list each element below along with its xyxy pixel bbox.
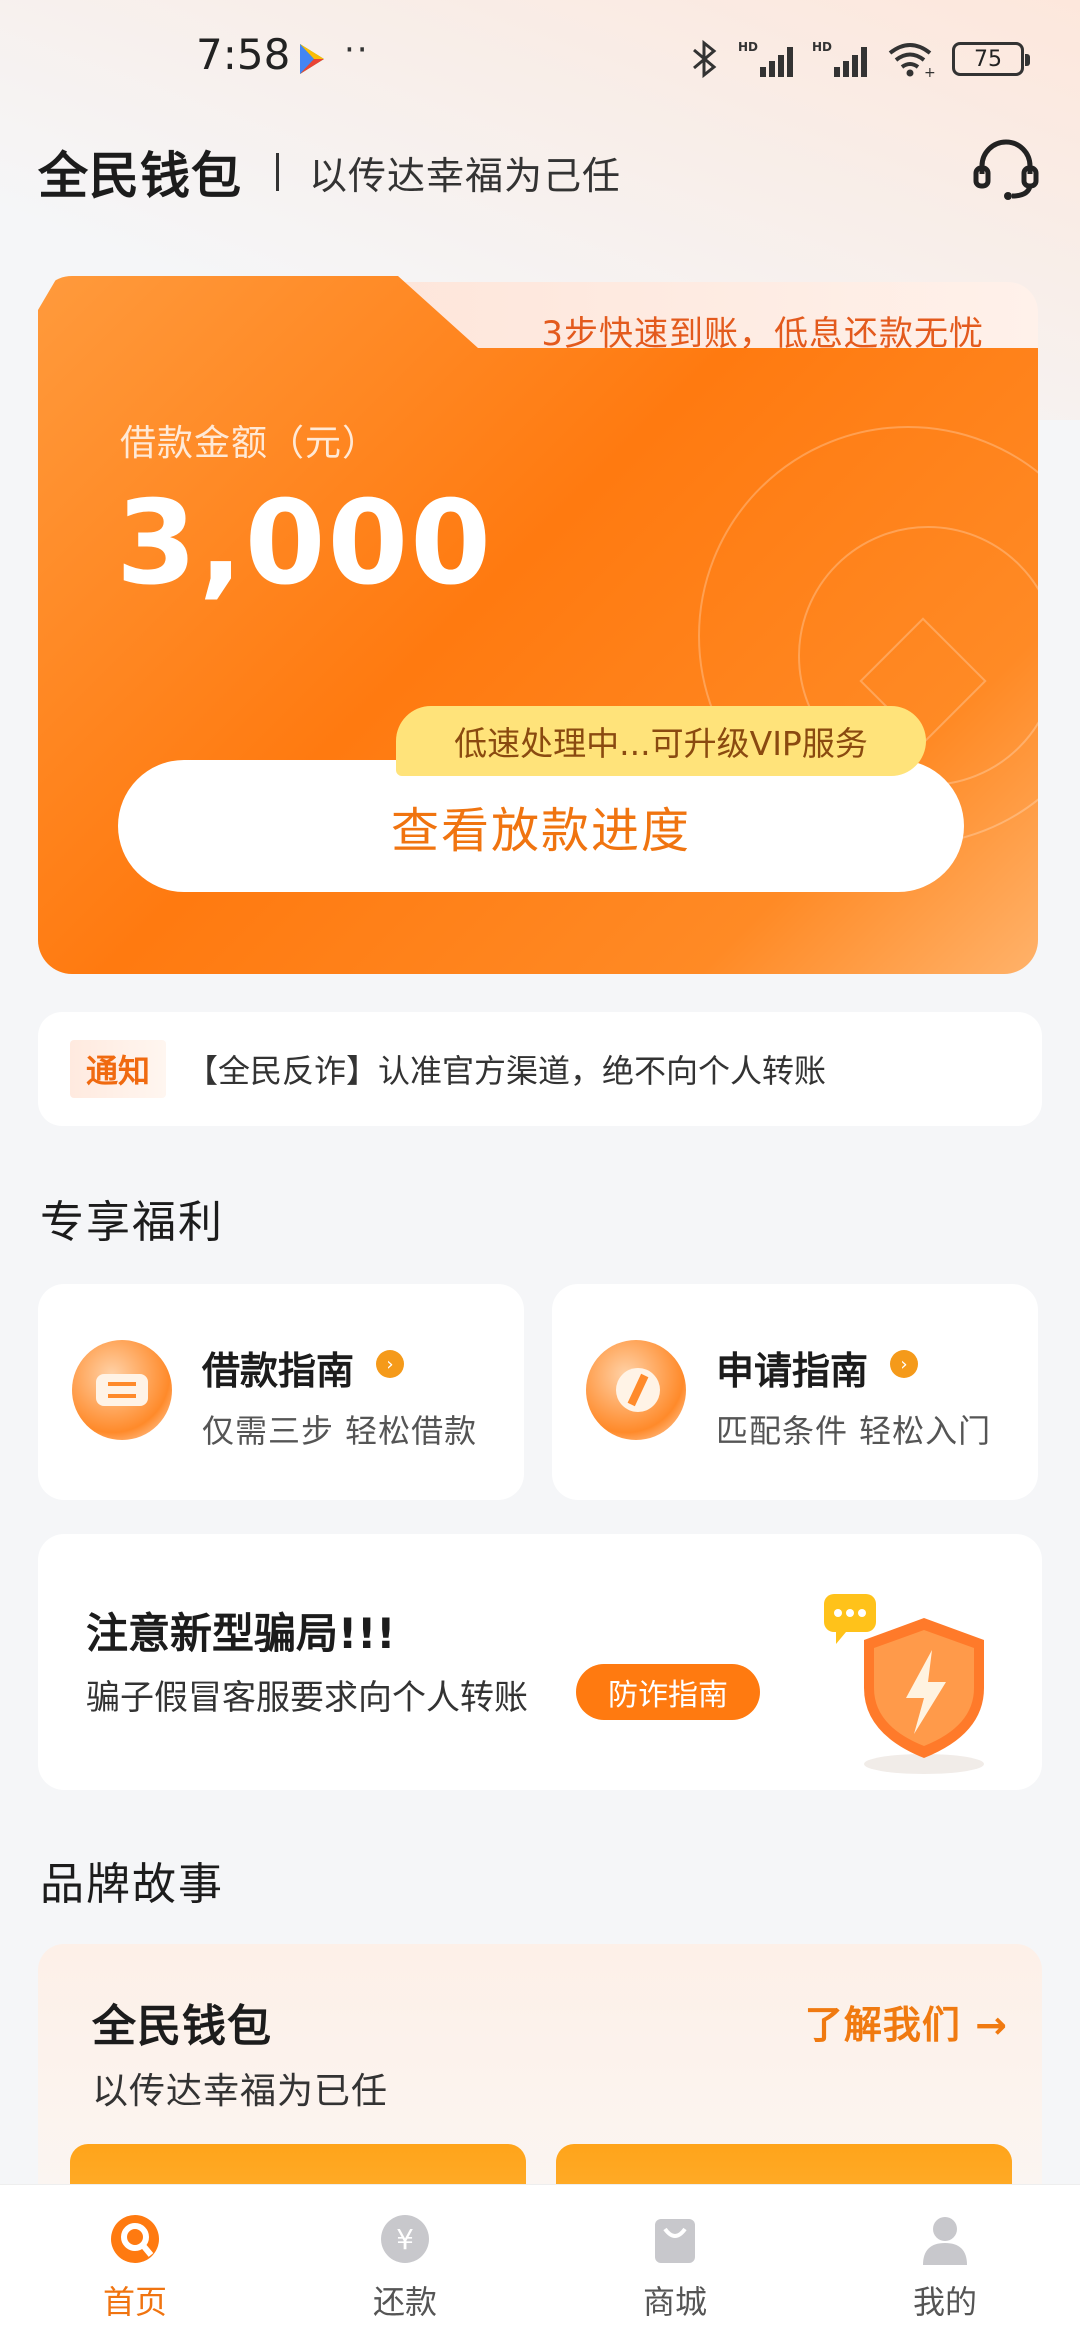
nav-mall[interactable]: 商城 <box>540 2185 810 2340</box>
svg-text:¥: ¥ <box>396 2223 414 2256</box>
brand-story-section-title: 品牌故事 <box>40 1859 224 1910</box>
nav-home-label: 首页 <box>102 2283 167 2321</box>
play-store-icon <box>300 44 324 74</box>
svg-text:HD: HD <box>812 40 832 54</box>
status-time: 7:58 <box>196 30 291 79</box>
status-more-dots: ·· <box>344 30 370 70</box>
status-bar: 7:58 ·· HD HD + 75 <box>0 0 1080 120</box>
loan-guide-card[interactable]: 借款指南 › 仅需三步 轻松借款 <box>38 1284 524 1500</box>
apply-guide-subtitle: 匹配条件 轻松入门 <box>716 1412 992 1450</box>
view-progress-button[interactable]: 查看放款进度 <box>118 760 964 892</box>
nav-repay[interactable]: ¥ 还款 <box>270 2185 540 2340</box>
nav-mall-label: 商城 <box>642 2283 707 2321</box>
nav-mine[interactable]: 我的 <box>810 2185 1080 2340</box>
loan-card-body: 借款金额（元） 3,000 查看放款进度 低速处理中...可升级VIP服务 <box>38 276 1038 974</box>
brand-title: 全民钱包 <box>38 147 242 205</box>
bottom-navigation: 首页 ¥ 还款 商城 我的 <box>0 2184 1080 2340</box>
brand-slogan: 以传达幸福为己任 <box>309 153 622 198</box>
loan-guide-icon <box>72 1340 172 1440</box>
home-icon <box>111 2215 159 2263</box>
signal-hd-2-icon: HD <box>812 40 867 77</box>
fraud-warning-subtitle: 骗子假冒客服要求向个人转账 <box>86 1678 528 1718</box>
brand-story-title: 全民钱包 <box>92 2001 272 2052</box>
svg-text:HD: HD <box>738 40 758 54</box>
signal-hd-1-icon: HD <box>738 40 793 77</box>
bluetooth-icon <box>693 39 717 79</box>
apply-guide-card[interactable]: 申请指南 › 匹配条件 轻松入门 <box>552 1284 1038 1500</box>
notice-text: 【全民反诈】认准官方渠道，绝不向个人转账 <box>186 1052 827 1090</box>
anti-fraud-guide-button[interactable]: 防诈指南 <box>576 1664 760 1720</box>
shopping-bag-icon <box>655 2219 695 2263</box>
fraud-warning-title: 注意新型骗局!!! <box>86 1609 396 1658</box>
svg-text:+: + <box>924 65 936 79</box>
nav-home[interactable]: 首页 <box>0 2185 270 2340</box>
chevron-right-icon: › <box>890 1350 918 1378</box>
benefits-section-title: 专享福利 <box>40 1197 224 1248</box>
loan-amount-label: 借款金额（元） <box>120 423 380 464</box>
app-header: 全民钱包 以传达幸福为己任 <box>38 139 1042 205</box>
loan-guide-title: 借款指南 <box>202 1349 355 1393</box>
loan-card-tagline: 3步快速到账，低息还款无忧 <box>541 314 984 354</box>
header-divider <box>276 153 279 191</box>
yuan-coin-icon: ¥ <box>381 2215 429 2263</box>
notice-tag: 通知 <box>70 1040 166 1098</box>
chevron-right-icon: › <box>376 1350 404 1378</box>
about-us-link[interactable]: 了解我们 → <box>805 1994 1008 2049</box>
apply-guide-title: 申请指南 <box>716 1349 869 1393</box>
status-indicators: HD HD + 75 <box>688 34 1030 84</box>
loan-amount-value: 3,000 <box>116 476 493 611</box>
brand-story-subtitle: 以传达幸福为已任 <box>92 2071 389 2112</box>
nav-mine-label: 我的 <box>912 2283 977 2321</box>
battery-indicator: 75 <box>952 42 1030 76</box>
loan-card: 3步快速到账，低息还款无忧 借款金额（元） 3,000 查看放款进度 低速处理中… <box>38 276 1038 974</box>
nav-repay-label: 还款 <box>372 2283 437 2321</box>
compass-icon <box>586 1340 686 1440</box>
loan-guide-subtitle: 仅需三步 轻松借款 <box>202 1412 478 1450</box>
user-icon <box>923 2217 967 2265</box>
wifi-icon: + <box>888 43 936 79</box>
notice-bar[interactable]: 通知 【全民反诈】认准官方渠道，绝不向个人转账 <box>38 1012 1042 1126</box>
vip-upgrade-tip[interactable]: 低速处理中...可升级VIP服务 <box>396 706 926 776</box>
customer-service-icon[interactable] <box>970 134 1042 206</box>
fraud-warning-card: 注意新型骗局!!! 骗子假冒客服要求向个人转账 防诈指南 <box>38 1534 1042 1790</box>
shield-icon <box>824 1594 984 1774</box>
